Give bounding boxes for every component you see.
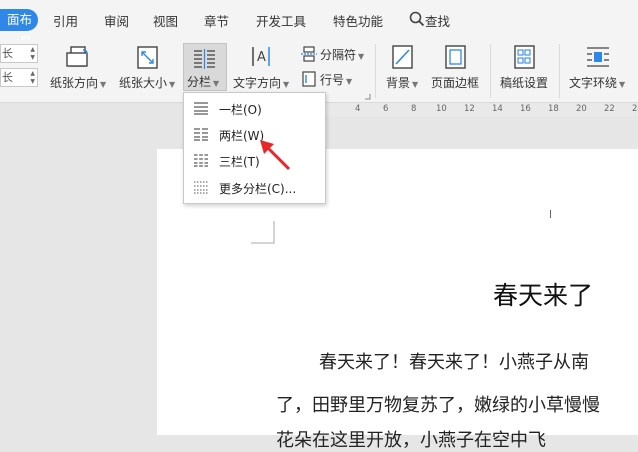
- document-title: 春天来了: [493, 281, 594, 310]
- paper-size-label: 纸张大小: [119, 76, 168, 90]
- menu-item-label: 三栏(T): [219, 155, 260, 169]
- margin-corner-mark: [251, 221, 275, 244]
- columns-dropdown-menu: 一栏(O) 两栏(W) 三栏(T) 更多分栏(C)...: [183, 92, 326, 204]
- background-icon: [392, 45, 413, 69]
- text-cursor: [550, 210, 551, 218]
- ruler-mark: 12: [464, 104, 475, 114]
- columns-button[interactable]: 分栏 ▼: [183, 43, 227, 91]
- text-direction-icon: A: [252, 47, 270, 66]
- line-number-button[interactable]: 行号 ▼: [300, 70, 370, 88]
- ruler-mark: 16: [520, 104, 531, 114]
- line-number-icon: [302, 71, 316, 87]
- menu-item-two-columns[interactable]: 两栏(W): [185, 121, 324, 147]
- svg-text:A: A: [257, 50, 266, 65]
- text-wrap-icon: [587, 47, 609, 67]
- dropdown-caret-icon: ▼: [619, 80, 626, 89]
- background-button[interactable]: 背景 ▼: [383, 44, 423, 94]
- spin-up-icon[interactable]: ▲: [30, 70, 35, 78]
- page-border-label: 页面边框: [431, 76, 480, 90]
- text-direction-button[interactable]: A 文字方向 ▼: [231, 44, 293, 94]
- spin-up-icon[interactable]: ▲: [30, 46, 35, 54]
- dropdown-caret-icon: ▼: [358, 52, 365, 61]
- menu-item-more-columns[interactable]: 更多分栏(C)...: [185, 174, 324, 200]
- text-wrap-label: 文字环绕: [569, 76, 618, 90]
- ruler-mark: 4: [355, 104, 361, 114]
- text-direction-label: 文字方向: [233, 76, 282, 90]
- dropdown-caret-icon: ▼: [169, 80, 176, 89]
- tab-page-layout[interactable]: 面布局: [0, 9, 38, 49]
- three-columns-icon: [194, 154, 208, 167]
- orientation-label: 纸张方向: [50, 76, 99, 90]
- margin-top-value: 长: [2, 47, 13, 60]
- tab-view[interactable]: 视图: [153, 11, 178, 30]
- background-label: 背景: [386, 76, 411, 90]
- margin-bottom-spin[interactable]: 长 ▲ ▼: [0, 68, 38, 87]
- manuscript-settings-label: 稿纸设置: [500, 76, 549, 90]
- search-label: 查找: [425, 14, 451, 29]
- columns-icon: [194, 49, 215, 69]
- dropdown-caret-icon: ▼: [100, 80, 107, 89]
- ribbon-divider: [375, 44, 376, 98]
- ruler-mark: 22: [604, 104, 615, 114]
- spin-down-icon[interactable]: ▼: [30, 78, 35, 86]
- text-wrap-button[interactable]: 文字环绕 ▼: [566, 44, 638, 94]
- search-icon: [409, 11, 425, 27]
- tab-section[interactable]: 章节: [204, 11, 229, 30]
- menu-item-label: 更多分栏(C)...: [219, 182, 297, 196]
- ruler-mark: 14: [492, 104, 503, 114]
- one-column-icon: [194, 102, 208, 115]
- orientation-button[interactable]: 纸张方向 ▼: [48, 44, 110, 94]
- two-columns-icon: [194, 128, 208, 141]
- tab-developer[interactable]: 开发工具: [256, 11, 306, 30]
- dropdown-caret-icon: ▼: [346, 77, 353, 86]
- ribbon-divider: [490, 44, 491, 98]
- line-number-label: 行号: [320, 73, 345, 87]
- spin-down-icon[interactable]: ▼: [30, 54, 35, 62]
- menu-item-label: 一栏(O): [219, 103, 262, 117]
- ruler-mark: 18: [548, 104, 559, 114]
- separator-button[interactable]: 分隔符 ▼: [300, 45, 370, 63]
- dropdown-caret-icon: ▼: [283, 80, 290, 89]
- margin-top-spin[interactable]: 长 ▲ ▼: [0, 44, 38, 63]
- margin-bottom-value: 长: [2, 71, 13, 84]
- dialog-launcher-icon[interactable]: [365, 94, 371, 100]
- manuscript-grid-icon: [514, 45, 535, 69]
- ruler-mark: 24: [632, 104, 638, 114]
- paragraph-line: 春天来了！春天来了！小燕子从南: [319, 352, 589, 373]
- menu-item-one-column[interactable]: 一栏(O): [185, 95, 324, 121]
- ruler-mark: 8: [411, 104, 417, 114]
- tab-references[interactable]: 引用: [53, 11, 78, 30]
- page-border-icon: [445, 45, 466, 69]
- paper-size-icon: [137, 46, 158, 69]
- ribbon-tab-bar: 面布局 引用 审阅 视图 章节 开发工具 特色功能 查找: [0, 0, 638, 49]
- ruler-mark: 10: [436, 104, 447, 114]
- page-orientation-icon: [66, 46, 88, 67]
- paragraph-line: 花朵在这里开放，小燕子在空中飞: [276, 430, 546, 451]
- separator-label: 分隔符: [320, 48, 357, 62]
- dropdown-caret-icon: ▼: [213, 79, 220, 88]
- separator-icon: [301, 46, 317, 62]
- paper-size-button[interactable]: 纸张大小 ▼: [117, 44, 179, 94]
- manuscript-settings-button[interactable]: 稿纸设置: [497, 44, 553, 94]
- menu-item-three-columns[interactable]: 三栏(T): [185, 147, 324, 173]
- columns-label: 分栏: [187, 75, 212, 89]
- paragraph-line: 了，田野里万物复苏了，嫩绿的小草慢慢: [276, 395, 600, 416]
- tab-review[interactable]: 审阅: [104, 11, 129, 30]
- ruler-mark: 20: [576, 104, 587, 114]
- dropdown-caret-icon: ▼: [412, 80, 419, 89]
- ribbon-divider: [559, 44, 560, 98]
- tab-features[interactable]: 特色功能: [333, 11, 383, 30]
- horizontal-ruler[interactable]: 4 6 8 10 12 14 16 18 20 22 24: [300, 103, 638, 117]
- more-columns-icon: [194, 181, 208, 194]
- ruler-mark: 6: [383, 104, 389, 114]
- page-border-button[interactable]: 页面边框: [428, 44, 484, 94]
- annotation-arrow-icon: [260, 140, 291, 171]
